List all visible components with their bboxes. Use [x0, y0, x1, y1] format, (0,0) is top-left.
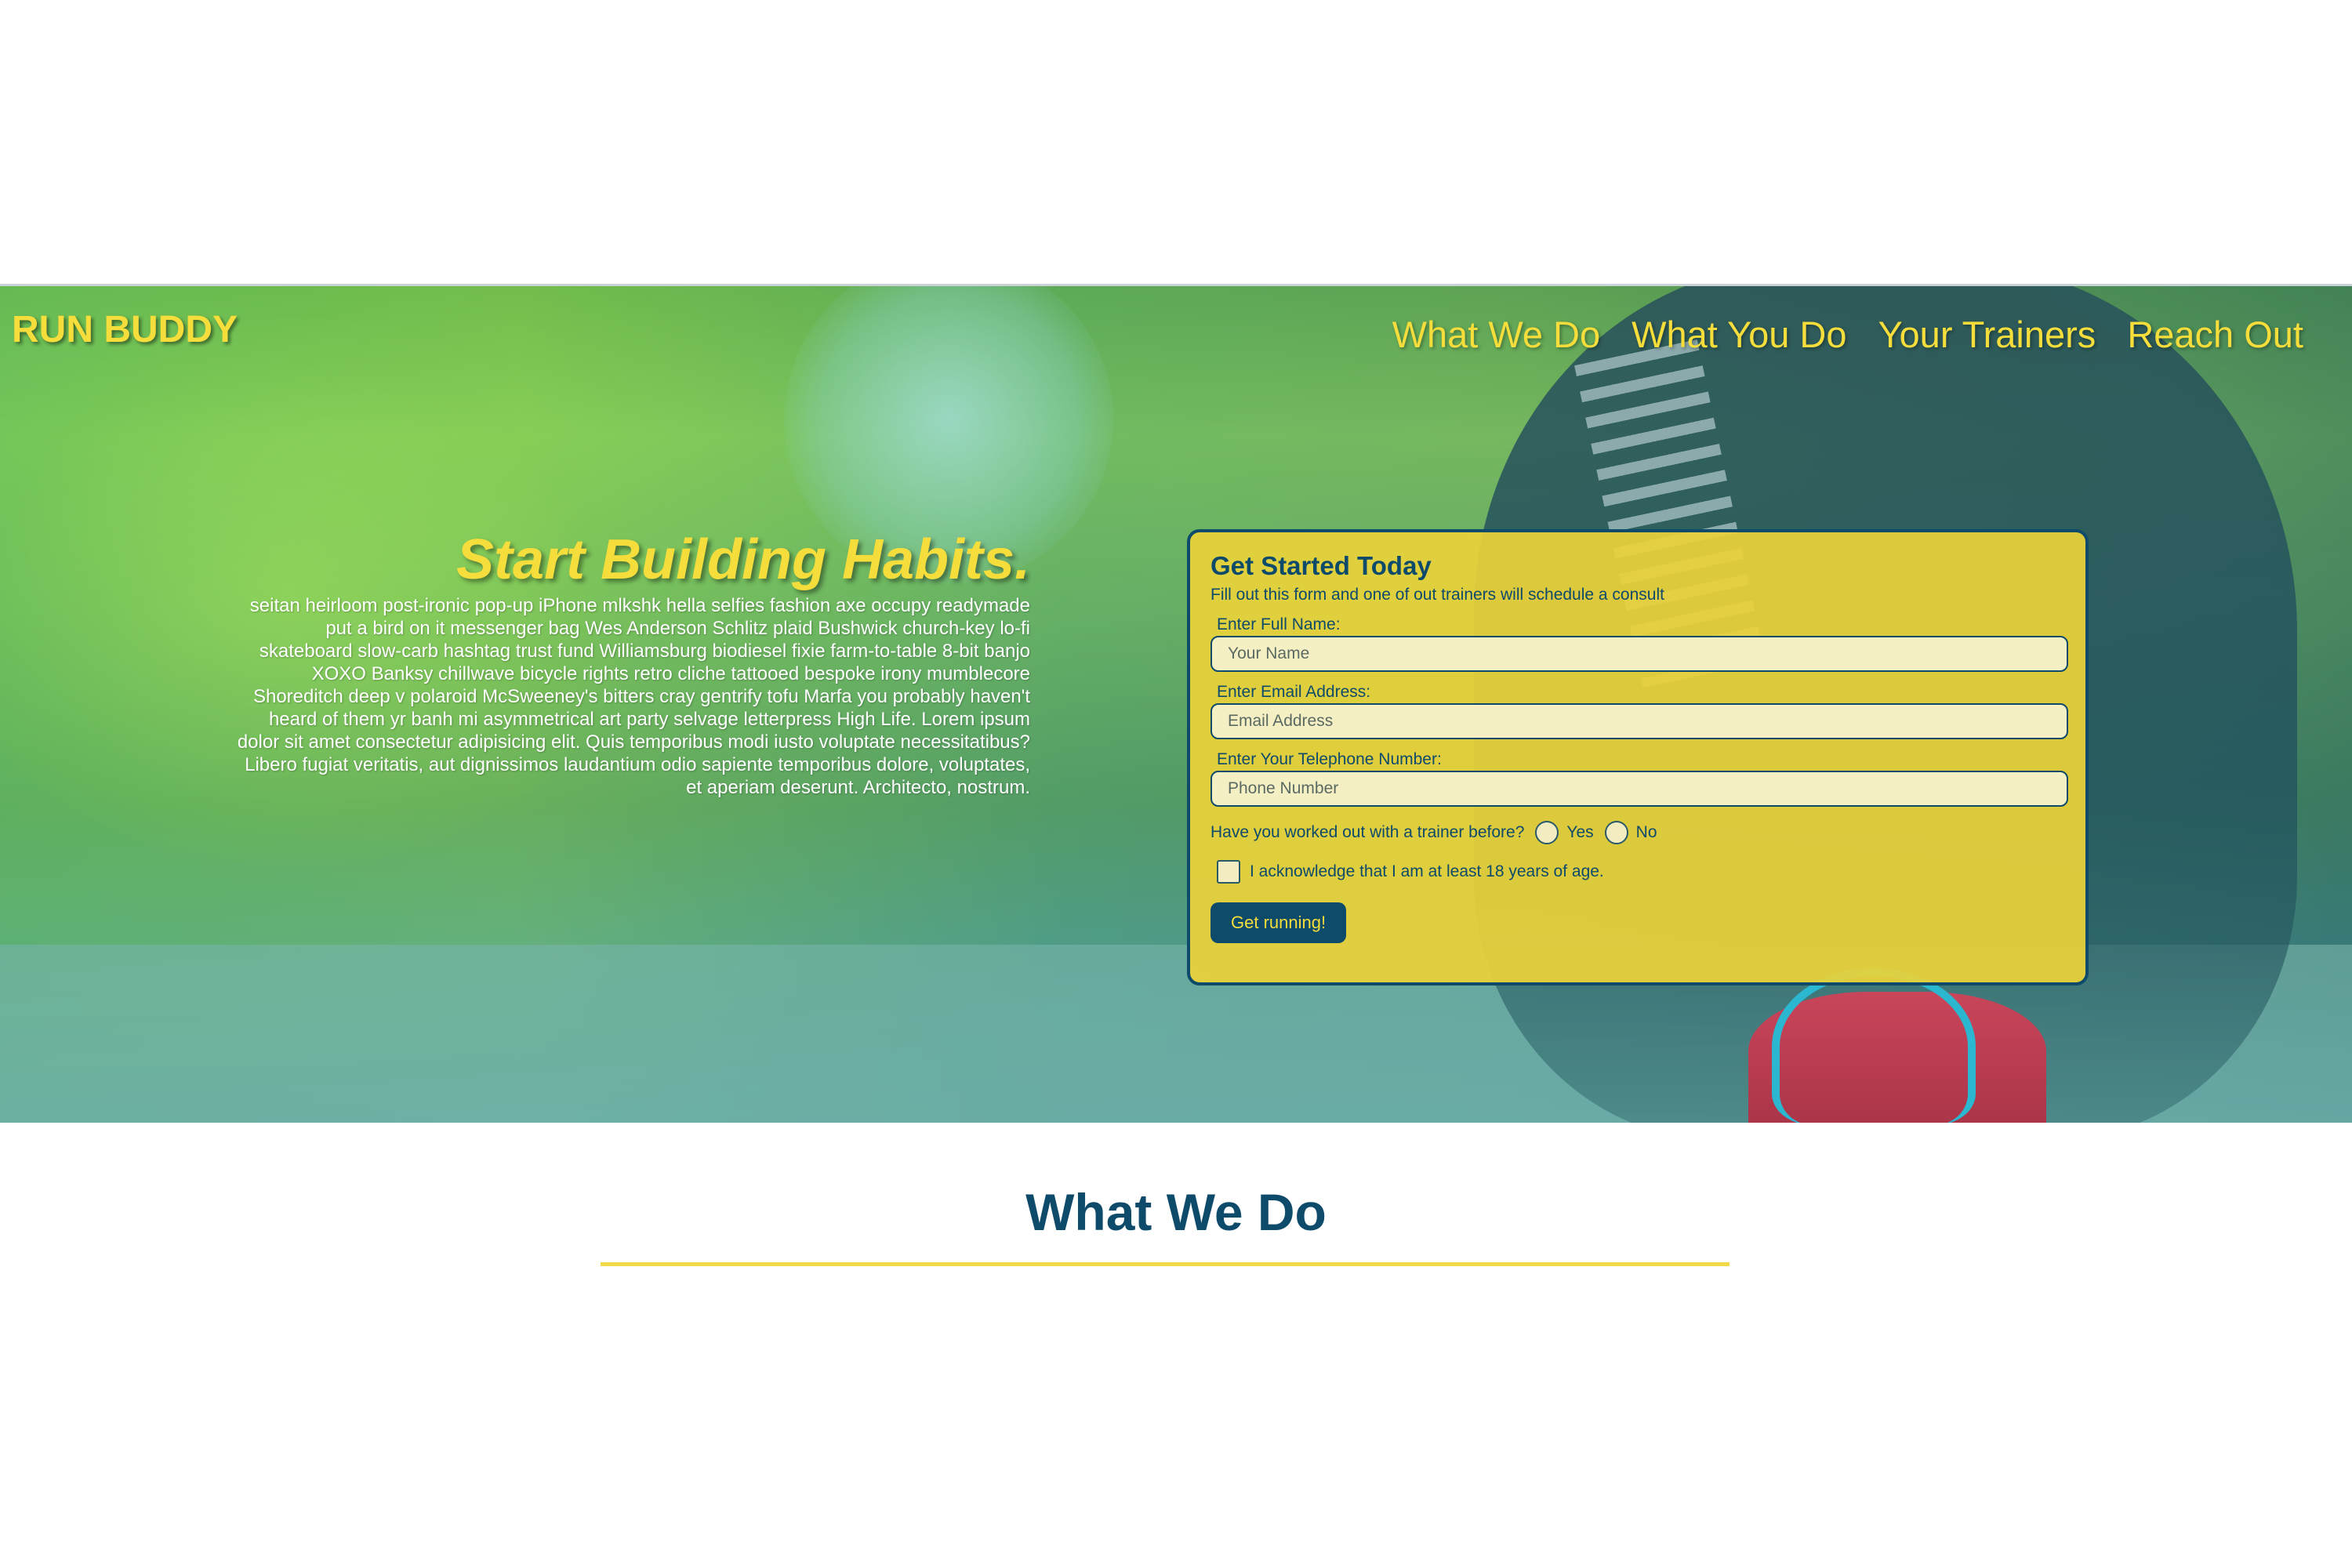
name-input[interactable] — [1210, 636, 2068, 672]
background-shoelace — [1772, 968, 1976, 1123]
nav-item-your-trainers[interactable]: Your Trainers — [1878, 313, 2096, 356]
radio-no-label[interactable]: No — [1636, 823, 1657, 842]
radio-yes-icon[interactable] — [1535, 821, 1559, 844]
age-ack-row: I acknowledge that I am at least 18 year… — [1217, 860, 2065, 884]
site-logo[interactable]: RUN BUDDY — [12, 308, 238, 351]
get-running-button[interactable]: Get running! — [1210, 902, 1347, 943]
hero-heading: Start Building Habits. — [456, 528, 1030, 591]
age-ack-label[interactable]: I acknowledge that I am at least 18 year… — [1250, 862, 1604, 881]
hero-intro: Start Building Habits. seitan heirloom p… — [235, 528, 1030, 799]
nav-item-reach-out[interactable]: Reach Out — [2127, 313, 2303, 356]
hero-section: RUN BUDDY What We Do What You Do Your Tr… — [0, 284, 2352, 1123]
nav-item-what-we-do[interactable]: What We Do — [1392, 313, 1601, 356]
what-we-do-heading: What We Do — [1025, 1183, 1327, 1241]
get-started-form: Get Started Today Fill out this form and… — [1187, 529, 2089, 985]
email-label: Enter Email Address: — [1217, 683, 1371, 701]
radio-yes-label[interactable]: Yes — [1566, 823, 1593, 842]
trainer-question-row: Have you worked out with a trainer befor… — [1210, 821, 2065, 844]
age-ack-checkbox-icon[interactable] — [1217, 860, 1240, 884]
email-input[interactable] — [1210, 703, 2068, 739]
main-nav: What We Do What You Do Your Trainers Rea… — [1392, 313, 2303, 356]
phone-input[interactable] — [1210, 771, 2068, 807]
form-title: Get Started Today — [1210, 551, 1432, 580]
hero-body-text: seitan heirloom post-ironic pop-up iPhon… — [237, 595, 1030, 799]
radio-no-icon[interactable] — [1604, 821, 1628, 844]
form-subtitle: Fill out this form and one of out traine… — [1210, 586, 1664, 604]
nav-item-what-you-do[interactable]: What You Do — [1632, 313, 1846, 356]
section-divider — [601, 1262, 1730, 1266]
phone-label: Enter Your Telephone Number: — [1217, 750, 1442, 768]
trainer-question-label: Have you worked out with a trainer befor… — [1210, 823, 1525, 841]
name-label: Enter Full Name: — [1217, 615, 1341, 633]
